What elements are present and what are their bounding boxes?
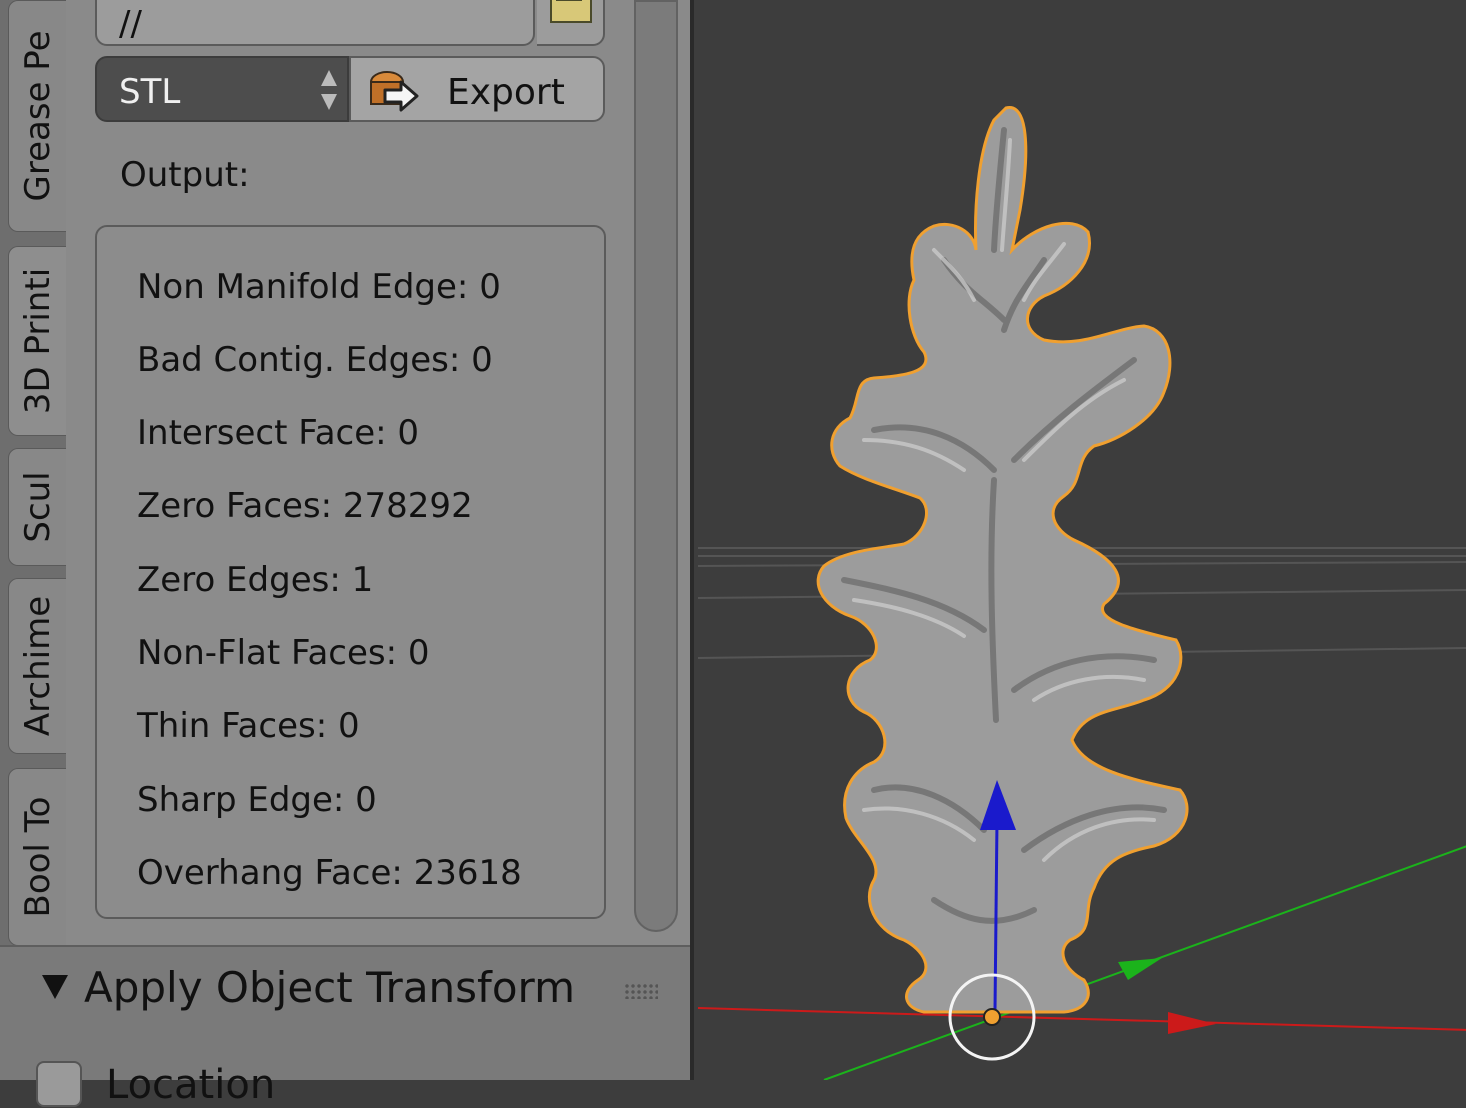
output-line-sharp-edge[interactable]: Sharp Edge: 0: [137, 780, 377, 820]
apply-object-transform-title: Apply Object Transform: [84, 963, 575, 1012]
tab-3d-printing[interactable]: 3D Printi: [8, 246, 66, 436]
apply-object-transform-header[interactable]: Apply Object Transform Location: [0, 945, 690, 1108]
export-icon: [370, 71, 419, 112]
output-line-non-manifold-edge[interactable]: Non Manifold Edge: 0: [137, 267, 501, 307]
tab-bool-tool[interactable]: Bool To: [8, 768, 66, 946]
collapse-triangle-icon: [42, 975, 68, 999]
output-line-bad-contig-edges[interactable]: Bad Contig. Edges: 0: [137, 340, 493, 380]
tab-label: Grease Pe: [17, 30, 58, 202]
tab-sculpt[interactable]: Scul: [8, 448, 66, 566]
tab-label: Archime: [17, 595, 58, 737]
tab-grease-pencil[interactable]: Grease Pe: [8, 0, 66, 232]
export-path-field[interactable]: //: [95, 0, 535, 46]
tool-tab-strip: Grease Pe 3D Printi Scul Archime Bool To: [0, 0, 66, 946]
tab-archimesh[interactable]: Archime: [8, 578, 66, 754]
tab-label: Bool To: [17, 796, 58, 918]
3d-viewport[interactable]: [690, 0, 1466, 1080]
location-label: Location: [106, 1062, 276, 1108]
output-line-intersect-face[interactable]: Intersect Face: 0: [137, 413, 419, 453]
x-axis-arrow-icon[interactable]: [1168, 1012, 1216, 1034]
up-down-arrows-icon: [321, 70, 337, 110]
output-line-non-flat-faces[interactable]: Non-Flat Faces: 0: [137, 633, 430, 673]
drag-grip-icon[interactable]: [624, 983, 658, 999]
x-axis-line: [697, 1007, 1466, 1031]
object-origin-dot: [983, 1008, 1001, 1026]
sculpted-mesh-object[interactable]: [816, 106, 1189, 1014]
output-report-box: Non Manifold Edge: 0 Bad Contig. Edges: …: [95, 225, 606, 919]
folder-icon: [550, 0, 592, 23]
tab-label: 3D Printi: [17, 267, 58, 415]
export-format-value: STL: [119, 72, 181, 112]
tab-label: Scul: [17, 471, 58, 543]
output-label: Output:: [120, 155, 250, 195]
browse-folder-button[interactable]: [537, 0, 605, 46]
y-axis-arrow-icon[interactable]: [1118, 958, 1162, 980]
panel-scrollbar[interactable]: [634, 0, 678, 932]
output-line-overhang-face[interactable]: Overhang Face: 23618: [137, 853, 522, 893]
output-line-zero-edges[interactable]: Zero Edges: 1: [137, 560, 373, 600]
viewport-scene: [697, 106, 1466, 1080]
export-button-label: Export: [447, 72, 565, 113]
location-checkbox[interactable]: [36, 1061, 82, 1107]
export-button[interactable]: Export: [349, 56, 605, 122]
output-line-thin-faces[interactable]: Thin Faces: 0: [137, 706, 360, 746]
export-format-select[interactable]: STL: [95, 56, 349, 122]
output-line-zero-faces[interactable]: Zero Faces: 278292: [137, 486, 473, 526]
